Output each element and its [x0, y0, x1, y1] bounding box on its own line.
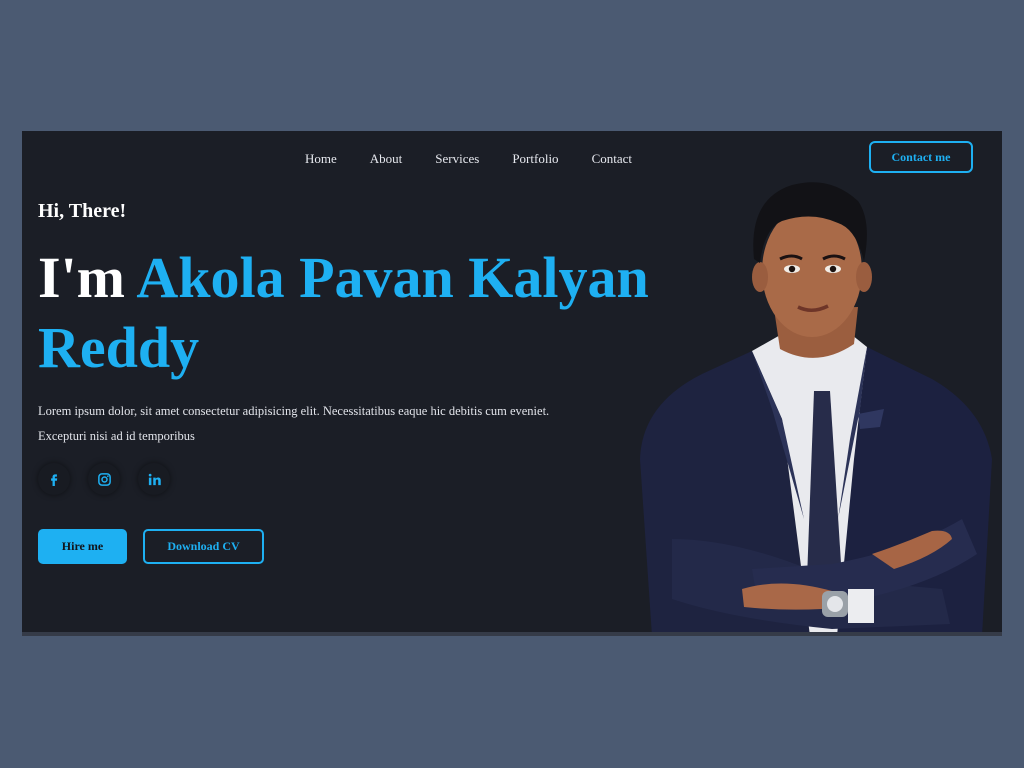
headline-intro: I'm: [38, 245, 125, 310]
hero-description: Lorem ipsum dolor, sit amet consectetur …: [38, 404, 550, 443]
linkedin-link[interactable]: [138, 463, 170, 495]
nav-link-services[interactable]: Services: [435, 151, 479, 167]
main-nav: Home About Services Portfolio Contact: [305, 151, 665, 167]
hero-section: Home About Services Portfolio Contact Co…: [22, 131, 1002, 636]
facebook-link[interactable]: [38, 463, 70, 495]
greeting: Hi, There!: [38, 200, 127, 222]
social-links: [38, 463, 170, 495]
nav-link-about[interactable]: About: [370, 151, 403, 167]
instagram-icon: [97, 472, 111, 486]
hero-actions: Hire me Download CV: [38, 529, 264, 564]
nav-link-contact[interactable]: Contact: [592, 151, 632, 167]
nav-link-portfolio[interactable]: Portfolio: [512, 151, 558, 167]
download-cv-button[interactable]: Download CV: [143, 529, 264, 564]
linkedin-icon: [148, 473, 161, 485]
nav-link-home[interactable]: Home: [305, 151, 337, 167]
hire-me-button[interactable]: Hire me: [38, 529, 127, 564]
frame-bottom-border: [22, 632, 1002, 636]
facebook-icon: [51, 474, 58, 486]
headline-name: Akola Pavan Kalyan Reddy: [38, 245, 649, 380]
hero-headline: I'm Akola Pavan Kalyan Reddy: [38, 243, 698, 383]
instagram-link[interactable]: [88, 463, 120, 495]
profile-photo: [640, 182, 992, 636]
